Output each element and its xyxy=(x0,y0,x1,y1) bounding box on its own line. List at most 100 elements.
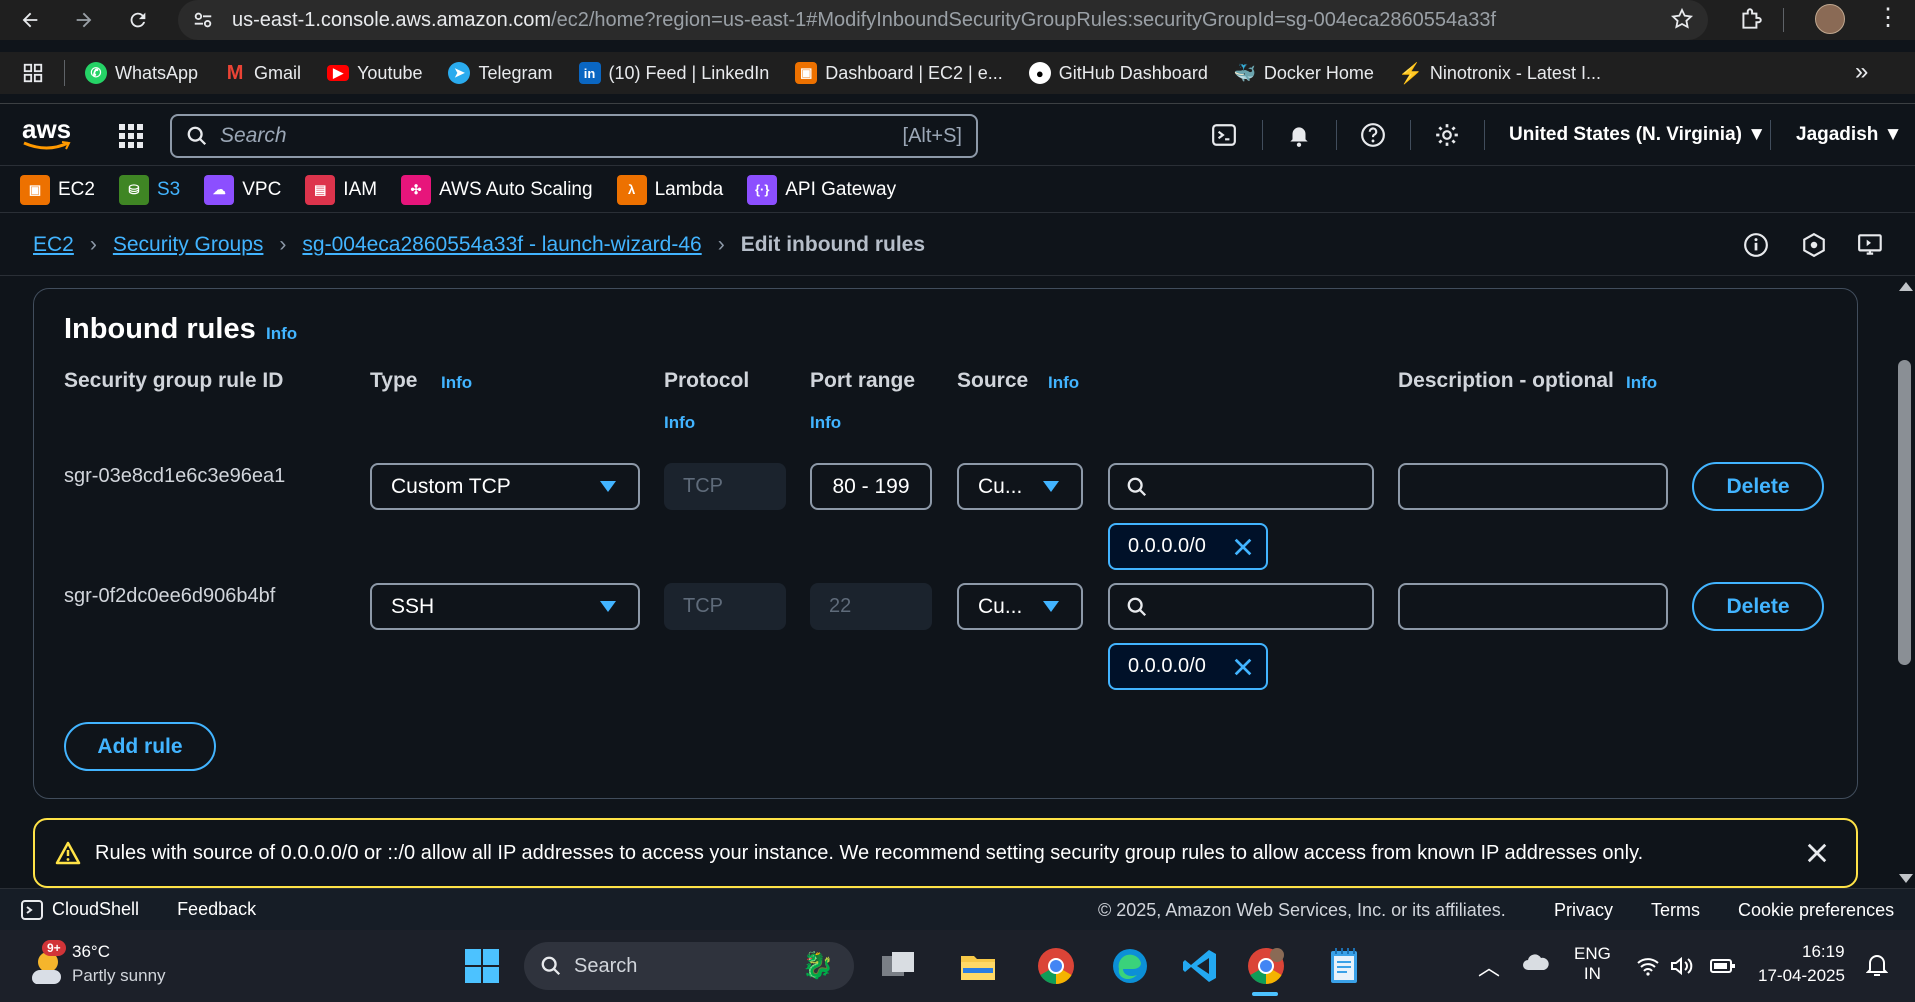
type-info-link[interactable]: Info xyxy=(441,373,472,393)
bookmark-ec2-dashboard[interactable]: ▣ Dashboard | EC2 | e... xyxy=(795,62,1003,84)
warning-triangle-icon xyxy=(55,841,81,865)
favorite-s3[interactable]: ⛁ S3 xyxy=(118,174,180,205)
delete-rule-button[interactable]: Delete xyxy=(1692,582,1824,631)
source-type-select[interactable]: Cu... xyxy=(957,463,1083,510)
column-header-description: Description - optional xyxy=(1398,369,1614,392)
user-menu[interactable]: Jagadish ▼ xyxy=(1796,124,1902,146)
remove-token-close-icon[interactable] xyxy=(1232,656,1254,678)
header-divider xyxy=(1484,120,1485,150)
language-indicator[interactable]: ENG IN xyxy=(1574,944,1611,984)
chrome-profile-icon[interactable] xyxy=(1244,944,1288,988)
favorite-api-gateway[interactable]: {·} API Gateway xyxy=(747,174,896,205)
breadcrumb-security-groups[interactable]: Security Groups xyxy=(113,233,264,257)
description-info-link[interactable]: Info xyxy=(1626,373,1657,393)
file-explorer-icon[interactable] xyxy=(956,944,1000,988)
bookmark-telegram[interactable]: ➤ Telegram xyxy=(448,62,553,84)
lambda-icon: λ xyxy=(616,174,647,205)
column-header-type: Type xyxy=(370,369,418,392)
wifi-icon[interactable] xyxy=(1636,956,1660,976)
forward-button[interactable] xyxy=(64,2,104,38)
add-rule-button[interactable]: Add rule xyxy=(64,722,216,771)
notifications-bell-icon[interactable] xyxy=(1284,120,1314,150)
port-range-info-link[interactable]: Info xyxy=(810,413,841,433)
dismiss-close-icon[interactable] xyxy=(1806,842,1828,864)
bookmark-linkedin[interactable]: in (10) Feed | LinkedIn xyxy=(578,62,769,84)
volume-icon[interactable] xyxy=(1670,956,1694,976)
source-search-input[interactable] xyxy=(1108,583,1374,630)
source-type-select[interactable]: Cu... xyxy=(957,583,1083,630)
show-hidden-icons-chevron-up-icon[interactable]: ︿ xyxy=(1478,950,1500,982)
aws-logo[interactable]: aws xyxy=(22,114,72,151)
chrome-icon[interactable] xyxy=(1034,944,1078,988)
cloudshell-icon[interactable] xyxy=(1209,120,1239,150)
browser-menu-icon[interactable]: ⋮ xyxy=(1876,6,1900,30)
bookmark-ninotronix[interactable]: ⚡ Ninotronix - Latest I... xyxy=(1398,62,1601,85)
privacy-link[interactable]: Privacy xyxy=(1554,900,1613,921)
favorite-iam[interactable]: ▤ IAM xyxy=(305,174,377,205)
breadcrumb-ec2[interactable]: EC2 xyxy=(33,233,74,257)
cloudshell-icon[interactable] xyxy=(20,898,44,922)
scroll-up-arrow-icon[interactable] xyxy=(1899,282,1913,291)
favorite-auto-scaling[interactable]: ✣ AWS Auto Scaling xyxy=(401,174,593,205)
delete-rule-button[interactable]: Delete xyxy=(1692,462,1824,511)
aws-search-input[interactable] xyxy=(220,124,860,148)
profile-avatar[interactable] xyxy=(1815,4,1845,34)
services-grid-icon[interactable] xyxy=(117,122,145,150)
weather-widget[interactable]: 9+ xyxy=(24,940,68,988)
help-icon[interactable] xyxy=(1358,120,1388,150)
type-select[interactable]: Custom TCP xyxy=(370,463,640,510)
vscode-icon[interactable] xyxy=(1178,944,1222,988)
notification-center-icon[interactable] xyxy=(1866,952,1888,978)
title-info-link[interactable]: Info xyxy=(266,324,297,344)
bookmark-docker[interactable]: 🐳 Docker Home xyxy=(1234,62,1374,84)
onedrive-cloud-icon[interactable] xyxy=(1522,952,1550,972)
cloudshell-link[interactable]: CloudShell xyxy=(52,899,139,920)
reload-button[interactable] xyxy=(118,2,158,38)
port-range-input[interactable]: 80 - 199 xyxy=(810,463,932,510)
description-input[interactable] xyxy=(1398,583,1668,630)
bookmark-youtube[interactable]: ▶ Youtube xyxy=(327,63,422,84)
favorite-ec2[interactable]: ▣ EC2 xyxy=(20,174,95,205)
scrollbar-thumb[interactable] xyxy=(1898,360,1911,665)
taskbar-search[interactable]: Search 🐉 xyxy=(524,942,854,990)
back-button[interactable] xyxy=(10,2,50,38)
type-select[interactable]: SSH xyxy=(370,583,640,630)
apps-grid-icon[interactable] xyxy=(22,62,44,84)
extensions-icon[interactable] xyxy=(1738,6,1764,32)
breadcrumb: EC2 › Security Groups › sg-004eca2860554… xyxy=(0,214,1915,276)
aws-search-box[interactable]: [Alt+S] xyxy=(170,114,978,158)
clock-date[interactable]: 17-04-2025 xyxy=(1758,966,1845,986)
bookmark-star-icon[interactable] xyxy=(1670,7,1694,31)
address-bar[interactable]: us-east-1.console.aws.amazon.com/ec2/hom… xyxy=(178,0,1708,40)
info-circle-icon[interactable] xyxy=(1743,232,1769,258)
source-info-link[interactable]: Info xyxy=(1048,373,1079,393)
api-gateway-icon: {·} xyxy=(747,174,778,205)
task-view-icon[interactable] xyxy=(876,944,920,988)
favorite-lambda[interactable]: λ Lambda xyxy=(616,174,723,205)
hexagon-icon[interactable] xyxy=(1801,232,1827,258)
bookmark-gmail[interactable]: M Gmail xyxy=(224,62,301,84)
clock-time[interactable]: 16:19 xyxy=(1802,942,1845,962)
battery-icon[interactable] xyxy=(1710,958,1736,974)
site-info-icon[interactable] xyxy=(192,9,214,31)
source-search-input[interactable] xyxy=(1108,463,1374,510)
bookmark-github[interactable]: ● GitHub Dashboard xyxy=(1028,62,1208,84)
description-input[interactable] xyxy=(1398,463,1668,510)
bookmark-whatsapp[interactable]: ✆ WhatsApp xyxy=(85,62,198,84)
more-bookmarks-icon[interactable]: » xyxy=(1855,58,1868,86)
feedback-link[interactable]: Feedback xyxy=(177,899,256,920)
remove-token-close-icon[interactable] xyxy=(1232,536,1254,558)
scroll-down-arrow-icon[interactable] xyxy=(1899,874,1913,883)
notepad-icon[interactable] xyxy=(1322,944,1366,988)
breadcrumb-security-group[interactable]: sg-004eca2860554a33f - launch-wizard-46 xyxy=(302,233,701,257)
cookie-preferences-link[interactable]: Cookie preferences xyxy=(1738,900,1894,921)
region-selector[interactable]: United States (N. Virginia) ▼ xyxy=(1509,124,1766,146)
edge-icon[interactable] xyxy=(1108,944,1152,988)
protocol-info-link[interactable]: Info xyxy=(664,413,695,433)
favorite-vpc[interactable]: ☁ VPC xyxy=(204,174,281,205)
video-tutorial-icon[interactable] xyxy=(1857,232,1885,258)
chevron-right-icon: › xyxy=(717,232,725,256)
terms-link[interactable]: Terms xyxy=(1651,900,1700,921)
windows-start-icon[interactable] xyxy=(464,948,500,984)
settings-gear-icon[interactable] xyxy=(1432,120,1462,150)
